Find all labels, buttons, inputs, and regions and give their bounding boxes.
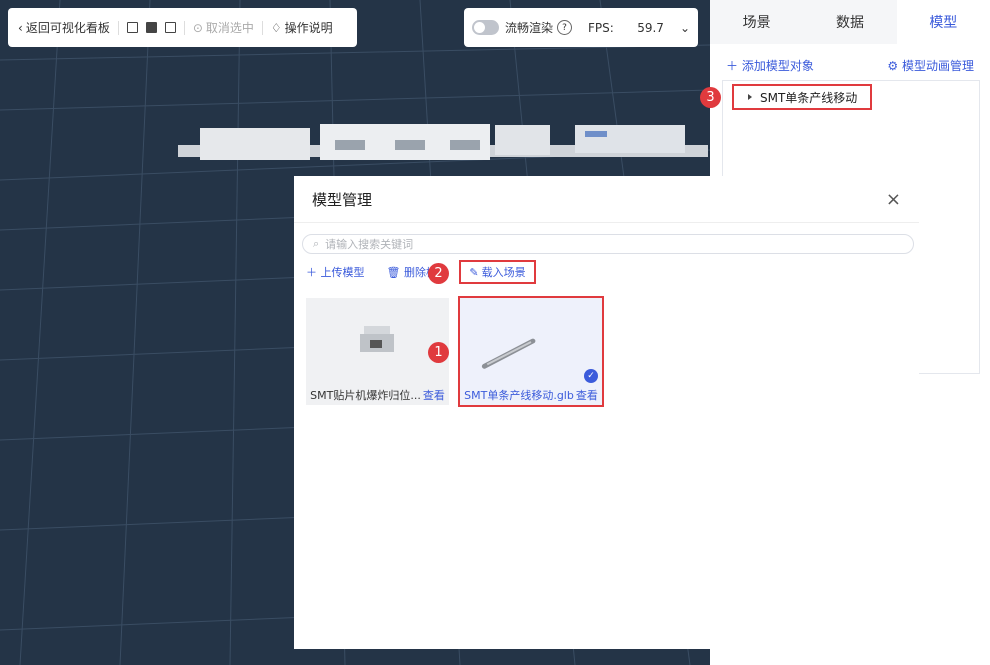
caret-right-icon[interactable] <box>748 94 752 100</box>
divider <box>117 20 119 35</box>
fps-value: 59.7 <box>637 20 664 35</box>
view-solid-icon[interactable] <box>145 22 157 33</box>
model-card-caption: SMT贴片机爆炸归位... 查看 <box>310 387 445 403</box>
plus-icon: ＋ <box>726 58 739 73</box>
divider <box>183 20 185 35</box>
render-settings: 流畅渲染 ? FPS: 59.7 ⌄ <box>464 8 698 47</box>
smooth-render-toggle[interactable] <box>472 20 499 35</box>
tab-scene[interactable]: 场景 <box>710 0 803 44</box>
close-icon[interactable]: × <box>886 189 901 210</box>
model-card-caption: SMT单条产线移动.glb 查看 <box>464 387 598 403</box>
panel-tabs: 场景 数据 模型 <box>710 0 990 44</box>
model-thumbnail <box>360 326 394 352</box>
step-badge-1: 1 <box>428 342 449 363</box>
model-animation-button[interactable]: ⚙ 模型动画管理 <box>887 57 974 74</box>
load-to-scene-button[interactable]: ✎ 载入场景 <box>459 260 536 284</box>
check-icon: ✓ <box>584 369 598 383</box>
help-icon[interactable]: ? <box>557 20 573 35</box>
view-link[interactable]: 查看 <box>423 387 445 403</box>
target-icon: ⊙ <box>192 20 203 35</box>
chevron-down-icon[interactable]: ⌄ <box>680 21 690 35</box>
plus-icon: ＋ <box>306 266 317 279</box>
lightbulb-icon: ♢ <box>270 20 282 35</box>
model-thumbnail <box>481 338 536 369</box>
trash-icon: 🗑 <box>386 266 401 279</box>
dialog-header: 模型管理 × <box>294 176 919 223</box>
add-model-object-button[interactable]: ＋ 添加模型对象 <box>726 57 814 74</box>
divider <box>261 20 263 35</box>
back-button[interactable]: ‹ 返回可视化看板 <box>18 19 110 36</box>
view-side-icon[interactable] <box>164 22 176 33</box>
dialog-title: 模型管理 <box>312 190 373 209</box>
model-manager-dialog: 模型管理 × ⌕ 请输入搜索关键词 ＋ 上传模型 🗑 删除模 ✎ 载入场景 SM… <box>294 176 919 649</box>
step-badge-3: 3 <box>700 87 721 108</box>
deselect-button[interactable]: ⊙ 取消选中 <box>193 19 254 36</box>
model-card-selected[interactable]: ✓ SMT单条产线移动.glb 查看 <box>458 296 604 407</box>
tab-data[interactable]: 数据 <box>803 0 896 44</box>
help-button[interactable]: ♢ 操作说明 <box>271 19 333 36</box>
chevron-left-icon: ‹ <box>18 20 23 35</box>
step-badge-2: 2 <box>428 263 449 284</box>
search-icon: ⌕ <box>313 237 320 250</box>
view-front-icon[interactable] <box>126 22 138 33</box>
upload-model-button[interactable]: ＋ 上传模型 <box>306 264 365 280</box>
view-link[interactable]: 查看 <box>576 387 598 403</box>
scene-toolbar: ‹ 返回可视化看板 ⊙ 取消选中 ♢ 操作说明 <box>8 8 357 47</box>
dialog-actions: ＋ 上传模型 🗑 删除模 <box>306 264 437 280</box>
edit-icon: ✎ <box>469 265 479 279</box>
tree-item-smt-line[interactable]: SMT单条产线移动 <box>732 84 872 110</box>
tab-model[interactable]: 模型 <box>896 0 990 44</box>
search-input[interactable]: ⌕ 请输入搜索关键词 <box>302 234 914 254</box>
gear-icon: ⚙ <box>887 58 899 73</box>
